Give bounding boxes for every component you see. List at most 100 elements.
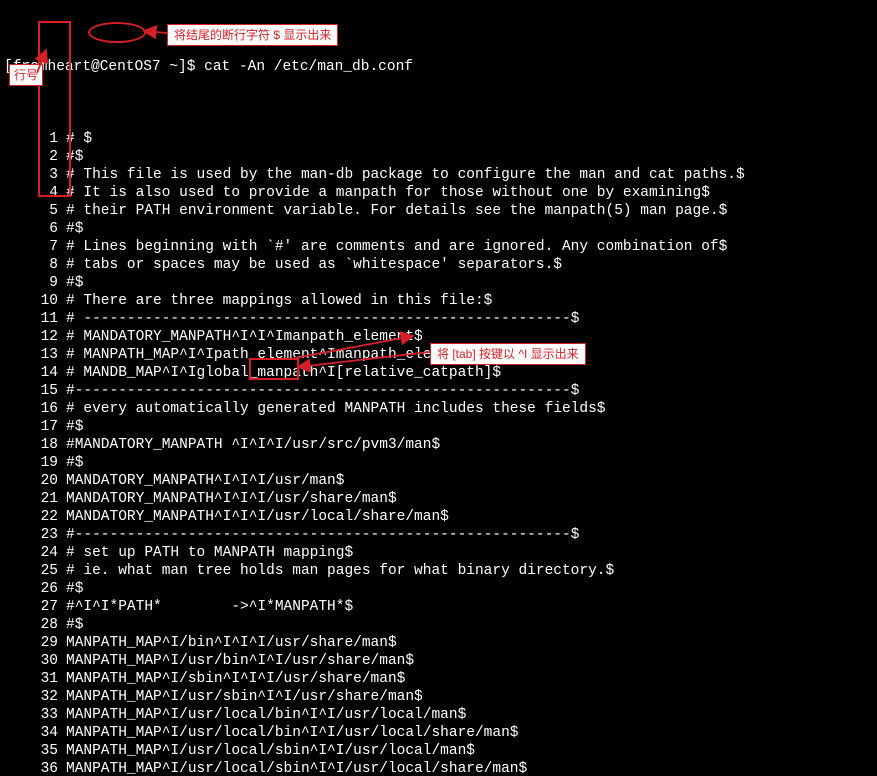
output-line: 34MANPATH_MAP^I/usr/local/bin^I^I/usr/lo… — [4, 724, 877, 742]
output-line: 18#MANDATORY_MANPATH ^I^I^I/usr/src/pvm3… — [4, 436, 877, 454]
output-line: 35MANPATH_MAP^I/usr/local/sbin^I^I/usr/l… — [4, 742, 877, 760]
line-number: 29 — [4, 634, 66, 652]
line-number: 17 — [4, 418, 66, 436]
output-line: 28#$ — [4, 616, 877, 634]
line-number: 36 — [4, 760, 66, 776]
line-text: #$ — [66, 454, 877, 472]
line-text: MANPATH_MAP^I/usr/bin^I^I/usr/share/man$ — [66, 652, 877, 670]
output-line: 19#$ — [4, 454, 877, 472]
line-text: #$ — [66, 616, 877, 634]
output-line: 26#$ — [4, 580, 877, 598]
line-number: 34 — [4, 724, 66, 742]
output-line: 4# It is also used to provide a manpath … — [4, 184, 877, 202]
line-number: 16 — [4, 400, 66, 418]
output-line: 21MANDATORY_MANPATH^I^I^I/usr/share/man$ — [4, 490, 877, 508]
output-line: 16# every automatically generated MANPAT… — [4, 400, 877, 418]
line-text: # --------------------------------------… — [66, 310, 877, 328]
output-line: 7# Lines beginning with `#' are comments… — [4, 238, 877, 256]
line-number: 24 — [4, 544, 66, 562]
line-number: 3 — [4, 166, 66, 184]
output-line: 11# ------------------------------------… — [4, 310, 877, 328]
line-number: 6 — [4, 220, 66, 238]
line-number: 26 — [4, 580, 66, 598]
line-text: # MANDB_MAP^I^Iglobal_manpath^I[relative… — [66, 364, 877, 382]
line-number: 33 — [4, 706, 66, 724]
output-line: 20MANDATORY_MANPATH^I^I^I/usr/man$ — [4, 472, 877, 490]
line-text: #^I^I*PATH* ->^I*MANPATH*$ — [66, 598, 877, 616]
line-number: 27 — [4, 598, 66, 616]
line-text: #$ — [66, 418, 877, 436]
line-number: 5 — [4, 202, 66, 220]
dollar-highlight-ellipse — [88, 22, 146, 43]
line-text: MANPATH_MAP^I/usr/local/bin^I^I/usr/loca… — [66, 706, 877, 724]
output-line: 15#-------------------------------------… — [4, 382, 877, 400]
line-text: # There are three mappings allowed in th… — [66, 292, 877, 310]
line-number: 25 — [4, 562, 66, 580]
output-line: 24# set up PATH to MANPATH mapping$ — [4, 544, 877, 562]
line-text: MANDATORY_MANPATH^I^I^I/usr/share/man$ — [66, 490, 877, 508]
line-text: #---------------------------------------… — [66, 526, 877, 544]
line-number: 10 — [4, 292, 66, 310]
output-line: 12# MANDATORY_MANPATH^I^I^Imanpath_eleme… — [4, 328, 877, 346]
output-line: 32MANPATH_MAP^I/usr/sbin^I^I/usr/share/m… — [4, 688, 877, 706]
line-number: 14 — [4, 364, 66, 382]
line-number: 2 — [4, 148, 66, 166]
file-contents: 1# $2#$3# This file is used by the man-d… — [4, 130, 877, 776]
output-line: 25# ie. what man tree holds man pages fo… — [4, 562, 877, 580]
line-text: # Lines beginning with `#' are comments … — [66, 238, 877, 256]
line-number: 28 — [4, 616, 66, 634]
line-number: 7 — [4, 238, 66, 256]
output-line: 27#^I^I*PATH* ->^I*MANPATH*$ — [4, 598, 877, 616]
line-number: 4 — [4, 184, 66, 202]
line-text: MANPATH_MAP^I/sbin^I^I^I/usr/share/man$ — [66, 670, 877, 688]
line-text: #$ — [66, 148, 877, 166]
line-number: 13 — [4, 346, 66, 364]
line-text: MANPATH_MAP^I/bin^I^I^I/usr/share/man$ — [66, 634, 877, 652]
output-line: 3# This file is used by the man-db packa… — [4, 166, 877, 184]
line-text: #$ — [66, 274, 877, 292]
line-text: # $ — [66, 130, 877, 148]
line-text: # MANPATH_MAP^I^Ipath_element^Imanpath_e… — [66, 346, 877, 364]
line-text: # MANDATORY_MANPATH^I^I^Imanpath_element… — [66, 328, 877, 346]
output-line: 33MANPATH_MAP^I/usr/local/bin^I^I/usr/lo… — [4, 706, 877, 724]
output-line: 6#$ — [4, 220, 877, 238]
output-line: 10# There are three mappings allowed in … — [4, 292, 877, 310]
output-line: 9#$ — [4, 274, 877, 292]
line-text: #$ — [66, 220, 877, 238]
line-text: MANPATH_MAP^I/usr/local/sbin^I^I/usr/loc… — [66, 760, 877, 776]
line-text: # It is also used to provide a manpath f… — [66, 184, 877, 202]
line-text: # tabs or spaces may be used as `whitesp… — [66, 256, 877, 274]
line-number: 35 — [4, 742, 66, 760]
line-number: 11 — [4, 310, 66, 328]
line-text: # their PATH environment variable. For d… — [66, 202, 877, 220]
shell-prompt: [fromheart@CentOS7 ~]$ cat -An /etc/man_… — [4, 58, 877, 76]
line-text: MANPATH_MAP^I/usr/local/sbin^I^I/usr/loc… — [66, 742, 877, 760]
terminal-window[interactable]: [fromheart@CentOS7 ~]$ cat -An /etc/man_… — [0, 0, 877, 776]
output-line: 17#$ — [4, 418, 877, 436]
line-number: 18 — [4, 436, 66, 454]
output-line: 23#-------------------------------------… — [4, 526, 877, 544]
line-text: #$ — [66, 580, 877, 598]
output-line: 14# MANDB_MAP^I^Iglobal_manpath^I[relati… — [4, 364, 877, 382]
line-number: 8 — [4, 256, 66, 274]
output-line: 22MANDATORY_MANPATH^I^I^I/usr/local/shar… — [4, 508, 877, 526]
line-text: # This file is used by the man-db packag… — [66, 166, 877, 184]
line-text: # every automatically generated MANPATH … — [66, 400, 877, 418]
line-number: 12 — [4, 328, 66, 346]
output-line: 30MANPATH_MAP^I/usr/bin^I^I/usr/share/ma… — [4, 652, 877, 670]
output-line: 36MANPATH_MAP^I/usr/local/sbin^I^I/usr/l… — [4, 760, 877, 776]
line-number: 23 — [4, 526, 66, 544]
line-number: 32 — [4, 688, 66, 706]
output-line: 13# MANPATH_MAP^I^Ipath_element^Imanpath… — [4, 346, 877, 364]
line-number: 22 — [4, 508, 66, 526]
line-number: 15 — [4, 382, 66, 400]
line-number: 1 — [4, 130, 66, 148]
line-number: 30 — [4, 652, 66, 670]
output-line: 1# $ — [4, 130, 877, 148]
output-line: 2#$ — [4, 148, 877, 166]
line-text: MANPATH_MAP^I/usr/local/bin^I^I/usr/loca… — [66, 724, 877, 742]
output-line: 8# tabs or spaces may be used as `whites… — [4, 256, 877, 274]
line-text: #---------------------------------------… — [66, 382, 877, 400]
line-text: MANDATORY_MANPATH^I^I^I/usr/local/share/… — [66, 508, 877, 526]
line-number: 20 — [4, 472, 66, 490]
